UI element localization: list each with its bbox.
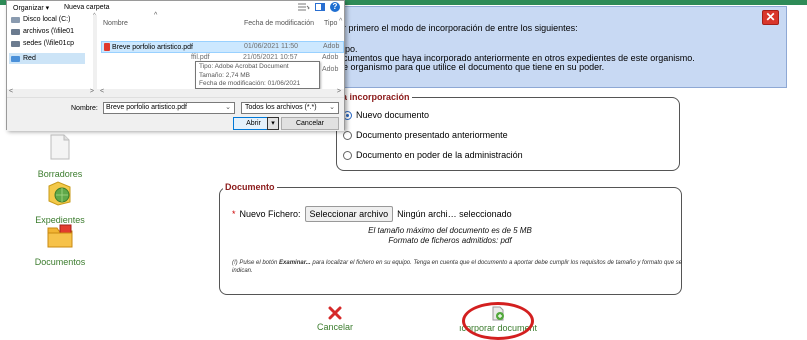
sort-chevron-icon: ^: [154, 12, 158, 19]
column-name[interactable]: Nombre: [103, 20, 128, 34]
organize-menu[interactable]: Organizar ▾: [13, 4, 49, 12]
nav-scroll-right-arrow[interactable]: >: [90, 88, 94, 95]
document-icon: [50, 134, 70, 160]
file-row: * Nuevo Fichero: Seleccionar archivo Nin…: [232, 206, 512, 222]
nav-scroll-left-arrow[interactable]: <: [9, 88, 13, 95]
file-name-cell: Breve porfolio artistico.pdf: [104, 43, 193, 51]
file-type-partial: Adob: [322, 54, 339, 61]
open-dropdown-icon[interactable]: ▾: [267, 117, 279, 130]
dialog-toolbar: Organizar ▾ Nueva carpeta ?: [7, 1, 344, 15]
select-file-button[interactable]: Seleccionar archivo: [304, 206, 394, 222]
dialog-bottom-area: Nombre: Breve porfolio artistico.pdf ⌄ T…: [7, 97, 344, 131]
help-icon[interactable]: ?: [330, 2, 340, 12]
nav-scrollbar[interactable]: ^: [93, 13, 97, 89]
tooltip-type: Tipo: Adobe Acrobat Document: [199, 63, 289, 70]
info-line-1: r primero el modo de incorporación de en…: [343, 23, 578, 33]
note-bold: Examinar...: [279, 260, 311, 266]
column-type[interactable]: Tipo: [324, 20, 337, 34]
option-label: Nuevo documento: [356, 110, 430, 120]
drive-icon: [11, 16, 20, 23]
dialog-nav-pane: Disco local (C:) archivos (\\file01 sede…: [7, 15, 97, 89]
network-drive-icon: [11, 40, 20, 47]
nav-sedes[interactable]: sedes (\\file01cp: [11, 40, 74, 47]
nav-item-expedientes[interactable]: Expedientes: [20, 180, 100, 225]
new-folder-button[interactable]: Nueva carpeta: [64, 4, 110, 11]
folder-pdf-icon: [47, 224, 73, 248]
preview-pane-icon[interactable]: [315, 3, 325, 11]
nav-disco-local[interactable]: Disco local (C:): [11, 16, 70, 23]
nav-label: Disco local (C:): [23, 16, 71, 23]
formats-text: Formato de ficheros admitidos: pdf: [388, 236, 512, 245]
info-panel: r primero el modo de incorporación de en…: [315, 6, 787, 88]
radio-documento-presentado[interactable]: [343, 130, 352, 140]
folder-globe-icon: [48, 181, 71, 206]
horizontal-scrollbar[interactable]: < >: [97, 88, 344, 97]
nav-item-borradores[interactable]: Borradores: [20, 134, 100, 179]
chevron-down-icon[interactable]: ⌄: [329, 103, 335, 113]
file-tooltip: Tipo: Adobe Acrobat Document Tamaño: 2,7…: [195, 61, 320, 96]
cancel-label: Cancelar: [316, 322, 354, 332]
chevron-down-icon[interactable]: ⌄: [225, 103, 231, 113]
highlight-annotation: [462, 302, 534, 340]
cancel-action[interactable]: Cancelar: [305, 306, 365, 332]
filetype-select[interactable]: Todos los archivos (*.*) ⌄: [241, 102, 339, 114]
page-root: r primero el modo de incorporación de en…: [0, 0, 807, 340]
info-line-4: e organismo para que utilice el document…: [343, 62, 605, 72]
filename-input[interactable]: Breve porfolio artistico.pdf ⌄: [103, 102, 235, 114]
file-modified: 01/06/2021 11:50: [244, 43, 298, 50]
file-type-partial: Adob: [322, 66, 339, 73]
scroll-right-arrow[interactable]: >: [337, 88, 341, 95]
file-open-dialog: Organizar ▾ Nueva carpeta ? Disco local …: [6, 0, 345, 131]
radio-documento-administracion[interactable]: [343, 150, 352, 160]
filetype-value: Todos los archivos (*.*): [245, 104, 317, 111]
file-name: Breve porfolio artistico.pdf: [112, 43, 193, 51]
document-content: * Nuevo Fichero: Seleccionar archivo Nin…: [219, 190, 682, 295]
nav-label: Red: [23, 55, 36, 62]
toolbar-icons: ?: [298, 2, 340, 12]
file-label: Nuevo Fichero:: [239, 209, 301, 219]
file-name-partial: ffil.pdf: [191, 54, 210, 61]
required-mark: *: [232, 209, 236, 219]
nav-label-documentos: Documentos: [34, 257, 86, 267]
note-prefix: (!) Pulse el botón: [232, 260, 280, 266]
network-icon: [11, 55, 20, 62]
nav-item-documentos[interactable]: Documentos: [20, 224, 100, 267]
option-documento-administracion[interactable]: Documento en poder de la administración: [343, 150, 523, 160]
option-nuevo-documento[interactable]: Nuevo documento: [343, 110, 429, 120]
network-drive-icon: [11, 28, 20, 35]
scroll-up-arrow[interactable]: ^: [93, 13, 96, 19]
tooltip-size: Tamaño: 2,74 MB: [199, 71, 250, 79]
no-file-text: Ningún archi… seleccionado: [397, 209, 512, 219]
nav-label-borradores: Borradores: [37, 169, 83, 179]
option-documento-presentado[interactable]: Documento presentado anteriormente: [343, 130, 508, 140]
incorporation-legend: a incorporación: [342, 92, 410, 102]
nav-red[interactable]: Red: [9, 53, 85, 64]
column-modified[interactable]: Fecha de modificación: [244, 20, 314, 34]
nav-hscroll[interactable]: < >: [7, 88, 97, 97]
view-options-icon[interactable]: [298, 3, 310, 11]
file-row-selected[interactable]: Breve porfolio artistico.pdf 01/06/2021 …: [101, 41, 344, 53]
cancel-x-icon: [328, 306, 342, 320]
nav-label: sedes (\\file01cp: [23, 40, 74, 47]
filename-label: Nombre:: [71, 105, 98, 112]
scroll-left-arrow[interactable]: <: [100, 88, 104, 95]
option-label: Documento en poder de la administración: [356, 150, 523, 160]
max-size-text: El tamaño máximo del documento es de 5 M…: [368, 226, 532, 235]
help-note: (!) Pulse el botón Examinar... para loca…: [232, 259, 684, 275]
option-label: Documento presentado anteriormente: [356, 130, 508, 140]
pdf-icon: [104, 43, 110, 51]
dialog-cancel-button[interactable]: Cancelar: [281, 117, 339, 130]
close-icon[interactable]: ✕: [762, 10, 779, 25]
file-modified-partial: 21/05/2021 10:57: [243, 54, 298, 61]
filename-value: Breve porfolio artistico.pdf: [106, 104, 187, 111]
nav-archivos[interactable]: archivos (\\file01: [11, 28, 74, 35]
nav-label: archivos (\\file01: [23, 28, 74, 35]
list-scroll-up-icon[interactable]: ^: [339, 18, 342, 32]
file-type: Adob: [323, 43, 340, 50]
